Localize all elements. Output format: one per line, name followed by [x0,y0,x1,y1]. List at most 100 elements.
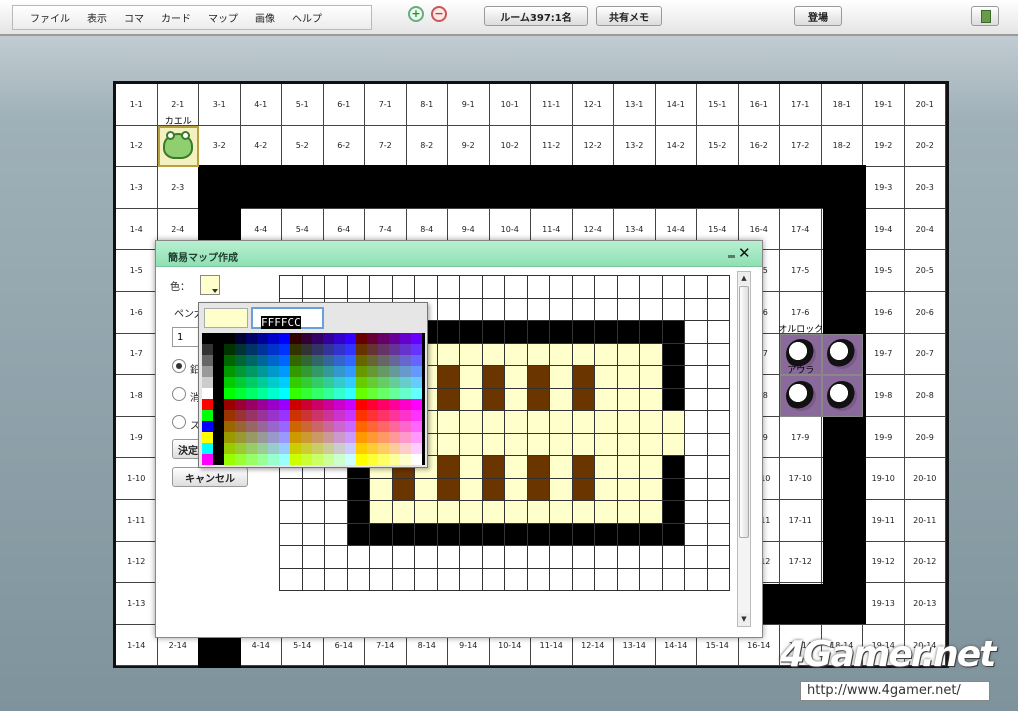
palette-swatch[interactable] [301,410,312,421]
grid-cell[interactable] [617,478,640,501]
color-swatch-button[interactable] [200,275,220,295]
grid-cell[interactable] [437,388,460,411]
grid-cell[interactable] [640,501,663,524]
palette-swatch[interactable] [268,410,279,421]
grid-cell[interactable] [662,546,685,569]
map-cell[interactable]: 7-2 [365,125,407,168]
palette-swatch[interactable] [378,355,389,366]
grid-cell[interactable] [550,478,573,501]
palette-swatch[interactable] [345,333,356,344]
grid-cell[interactable] [370,501,393,524]
palette-swatch[interactable] [246,366,257,377]
palette-swatch[interactable] [400,333,411,344]
map-cell[interactable]: 3-2 [199,125,241,168]
grid-cell[interactable] [550,568,573,591]
palette-swatch[interactable] [246,377,257,388]
grid-cell[interactable] [662,523,685,546]
map-cell[interactable]: 17-5 [780,250,822,292]
grid-cell[interactable] [617,501,640,524]
palette-swatch[interactable] [290,432,301,443]
palette-swatch[interactable] [367,421,378,432]
grid-cell[interactable] [505,388,528,411]
grid-cell[interactable] [527,298,550,321]
palette-swatch[interactable] [334,333,345,344]
palette-swatch[interactable] [268,355,279,366]
map-cell[interactable]: 10-2 [489,125,531,168]
grid-cell[interactable] [707,523,730,546]
map-cell[interactable]: 12-2 [572,125,614,168]
palette-swatch[interactable] [378,410,389,421]
map-cell[interactable]: 11-2 [531,125,573,168]
grid-cell[interactable] [707,501,730,524]
map-cell[interactable]: 17-9 [780,416,822,459]
palette-swatch[interactable] [224,344,235,355]
palette-swatch[interactable] [235,366,246,377]
menu-map[interactable]: マップ [191,10,238,25]
palette-swatch[interactable] [411,432,422,443]
grid-cell[interactable] [595,411,618,434]
dialog-titlebar[interactable]: 簡易マップ作成 ✕ [156,241,762,267]
map-cell[interactable]: 8-2 [406,125,448,168]
grid-cell[interactable] [685,433,708,456]
grid-cell[interactable] [482,298,505,321]
grid-cell[interactable] [460,321,483,344]
palette-swatch[interactable] [290,454,301,465]
palette-swatch[interactable] [301,432,312,443]
grid-cell[interactable] [392,478,415,501]
palette-swatch[interactable] [301,344,312,355]
palette-swatch[interactable] [257,355,268,366]
palette-swatch[interactable] [279,421,290,432]
palette-swatch[interactable] [356,344,367,355]
grid-cell[interactable] [550,343,573,366]
palette-swatch[interactable] [378,377,389,388]
palette-swatch[interactable] [334,388,345,399]
palette-swatch[interactable] [378,454,389,465]
map-cell[interactable]: 13-2 [614,125,656,168]
map-cell[interactable]: 17-11 [780,500,822,542]
palette-swatch[interactable] [345,443,356,454]
palette-swatch[interactable] [345,432,356,443]
map-cell[interactable]: 17-10 [780,458,822,500]
grid-cell[interactable] [640,523,663,546]
grid-cell[interactable] [460,298,483,321]
grid-cell[interactable] [527,411,550,434]
palette-swatch[interactable] [301,399,312,410]
grid-cell[interactable] [437,298,460,321]
map-cell[interactable]: 1-6 [116,292,158,334]
palette-swatch[interactable] [378,333,389,344]
palette-swatch[interactable] [202,377,213,388]
palette-swatch[interactable] [301,366,312,377]
grid-cell[interactable] [707,276,730,299]
grid-cell[interactable] [482,501,505,524]
grid-cell[interactable] [437,321,460,344]
grid-cell[interactable] [437,523,460,546]
palette-swatch[interactable] [323,443,334,454]
map-cell[interactable]: 1-9 [116,416,158,459]
map-cell[interactable]: 1-8 [116,375,158,417]
map-cell[interactable]: 12-1 [572,84,614,126]
grid-cell[interactable] [505,343,528,366]
palette-swatch[interactable] [246,410,257,421]
grid-cell[interactable] [685,276,708,299]
palette-swatch[interactable] [312,366,323,377]
grid-cell[interactable] [392,568,415,591]
grid-cell[interactable] [595,366,618,389]
grid-cell[interactable] [482,366,505,389]
grid-cell[interactable] [707,343,730,366]
grid-cell[interactable] [595,568,618,591]
palette-swatch[interactable] [257,399,268,410]
close-icon[interactable]: ✕ [738,245,751,261]
palette-swatch[interactable] [279,432,290,443]
map-cell[interactable]: 1-12 [116,541,158,584]
map-cell[interactable]: 20-11 [904,500,946,542]
map-cell[interactable]: 15-2 [697,125,739,168]
palette-swatch[interactable] [257,410,268,421]
palette-swatch[interactable] [389,421,400,432]
grid-cell[interactable] [505,456,528,479]
palette-swatch[interactable] [356,443,367,454]
grid-cell[interactable] [595,433,618,456]
grid-cell[interactable] [437,411,460,434]
map-cell[interactable]: 19-12 [863,541,905,584]
palette-swatch[interactable] [290,377,301,388]
map-cell[interactable]: 19-5 [863,250,905,292]
